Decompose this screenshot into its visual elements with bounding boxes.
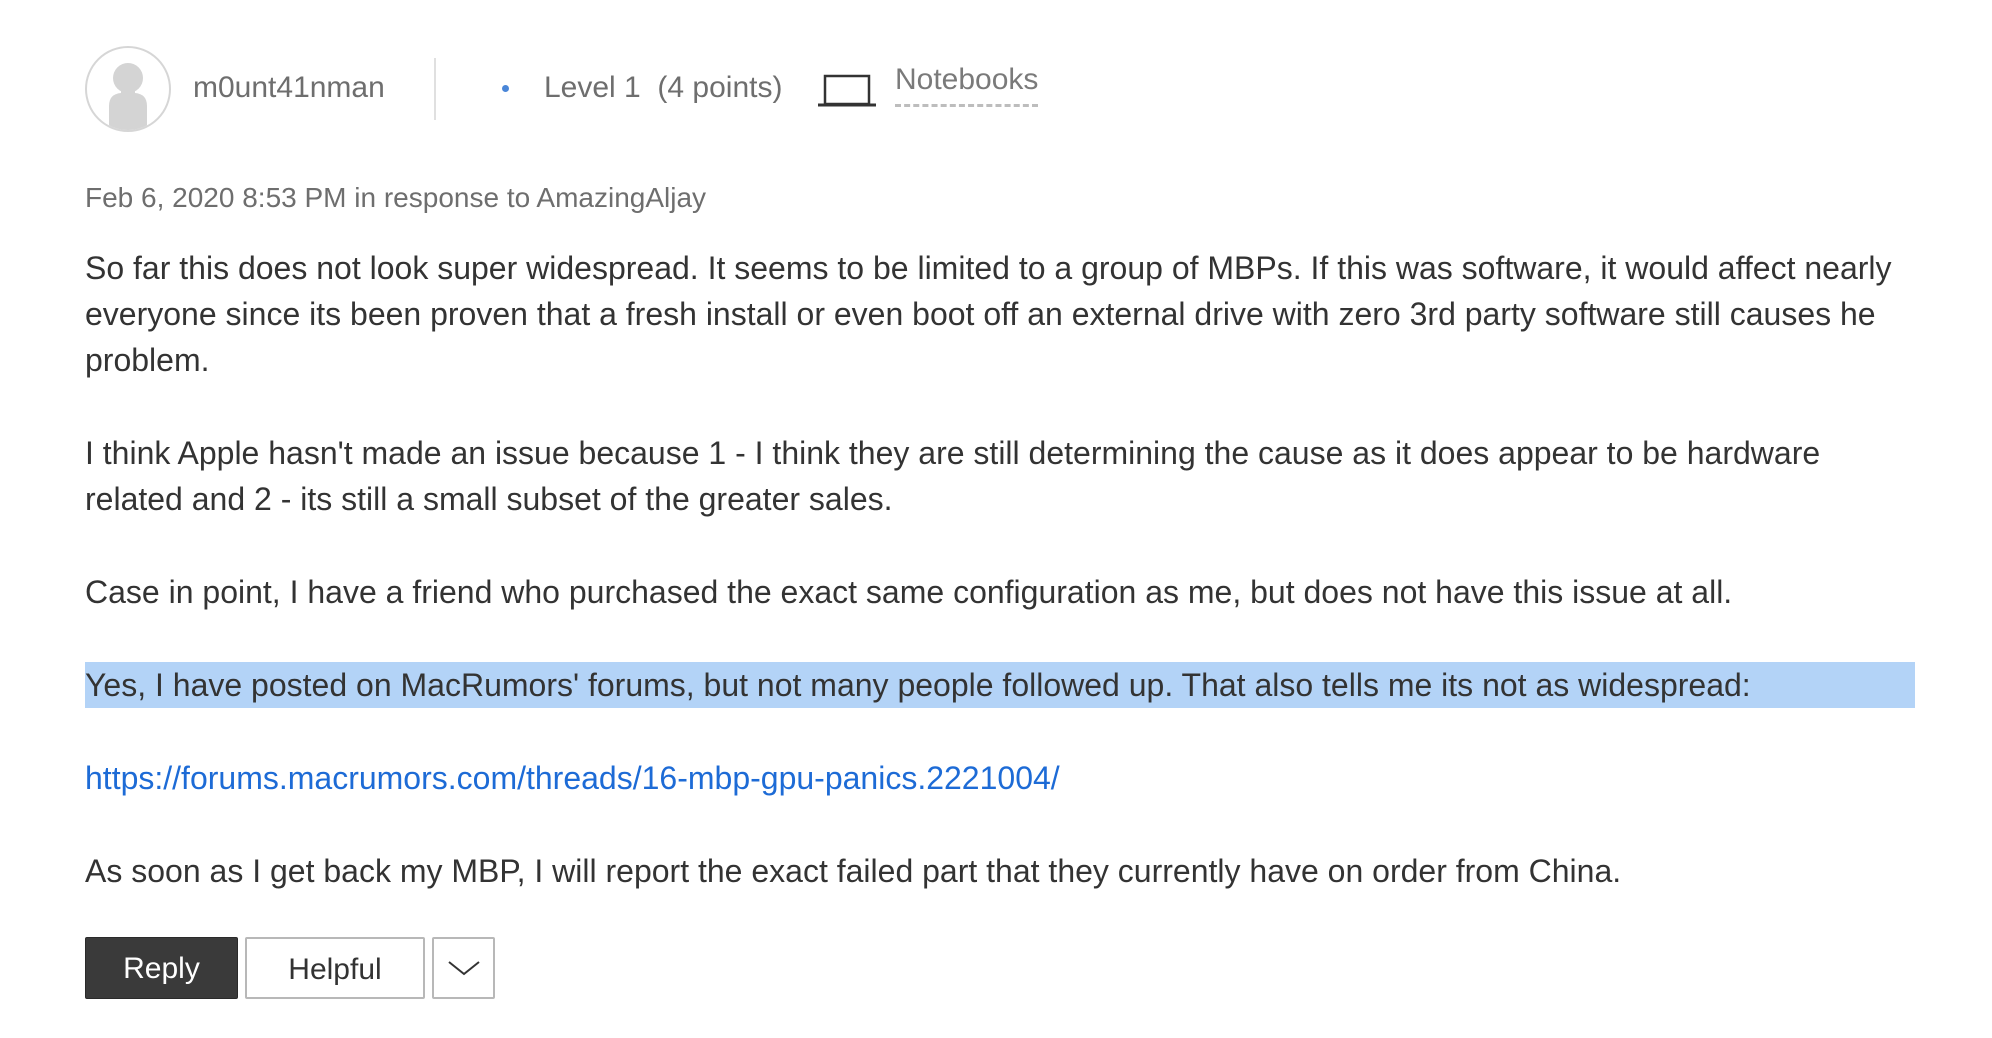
macrumors-thread-link[interactable]: https://forums.macrumors.com/threads/16-… bbox=[85, 760, 1060, 796]
header-divider bbox=[434, 58, 436, 120]
helpful-button[interactable]: Helpful bbox=[245, 937, 425, 999]
post-paragraph: Case in point, I have a friend who purch… bbox=[85, 574, 1733, 610]
link-paragraph: https://forums.macrumors.com/threads/16-… bbox=[85, 755, 1915, 801]
level-dot-icon bbox=[502, 85, 509, 92]
post-timestamp: Feb 6, 2020 8:53 PM in response to Amazi… bbox=[85, 182, 707, 213]
author-username[interactable]: m0unt41nman bbox=[193, 68, 385, 108]
reply-button[interactable]: Reply bbox=[85, 937, 238, 999]
post-body: So far this does not look super widespre… bbox=[85, 245, 1915, 941]
more-options-button[interactable] bbox=[432, 937, 495, 999]
chevron-down-icon bbox=[447, 961, 480, 976]
post-paragraph: So far this does not look super widespre… bbox=[85, 250, 1892, 378]
avatar[interactable] bbox=[85, 46, 171, 132]
post-paragraph: I think Apple hasn't made an issue becau… bbox=[85, 435, 1821, 517]
highlighted-paragraph: Yes, I have posted on MacRumors' forums,… bbox=[85, 662, 1915, 708]
author-level: Level 1 (4 points) bbox=[544, 71, 783, 104]
forum-post: m0unt41nman Level 1 (4 points) Notebooks… bbox=[85, 0, 1915, 1038]
post-actions: Reply Helpful bbox=[85, 937, 495, 999]
laptop-icon bbox=[818, 74, 876, 110]
default-user-silhouette-icon bbox=[109, 63, 147, 130]
post-paragraph: As soon as I get back my MBP, I will rep… bbox=[85, 853, 1622, 889]
community-link-notebooks[interactable]: Notebooks bbox=[895, 60, 1039, 107]
